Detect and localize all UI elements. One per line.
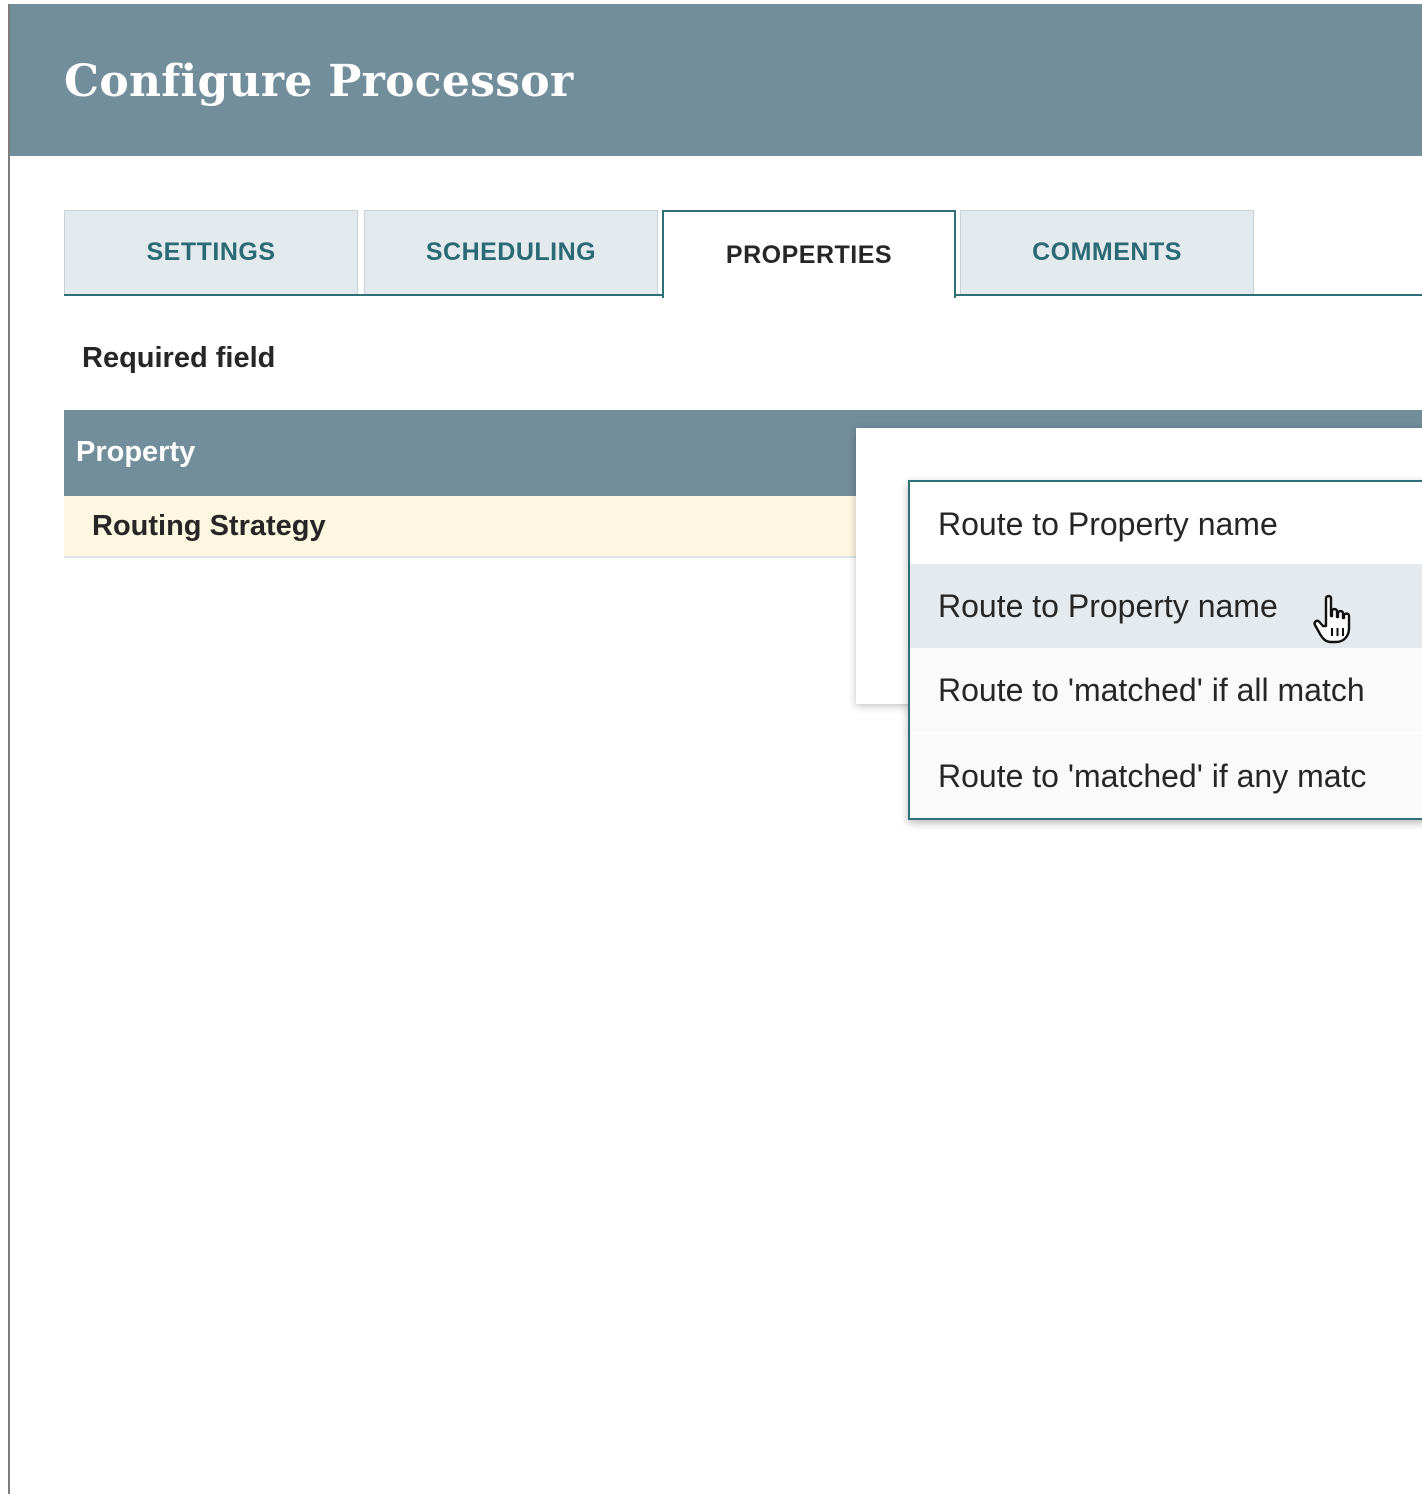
tab-comments[interactable]: COMMENTS [960,210,1254,294]
required-field-label: Required field [82,342,276,374]
dropdown-option-route-matched-any[interactable]: Route to 'matched' if any matc [910,734,1422,818]
dialog-title: Configure Processor [64,56,574,107]
routing-strategy-dropdown[interactable]: Route to Property name Route to Property… [908,480,1422,820]
tab-properties[interactable]: PROPERTIES [662,210,956,300]
dropdown-option-route-to-property-name[interactable]: Route to Property name [910,482,1422,566]
dropdown-option-route-matched-all[interactable]: Route to 'matched' if all match [910,648,1422,732]
hand-pointer-icon [1313,594,1351,644]
dialog-header: Configure Processor [10,4,1422,156]
tab-scheduling[interactable]: SCHEDULING [364,210,658,294]
column-header-property[interactable]: Property [76,436,195,469]
tab-settings[interactable]: SETTINGS [64,210,358,294]
property-name-routing-strategy: Routing Strategy [92,510,326,542]
page: Configure Processor SETTINGS SCHEDULING … [0,0,1422,1494]
